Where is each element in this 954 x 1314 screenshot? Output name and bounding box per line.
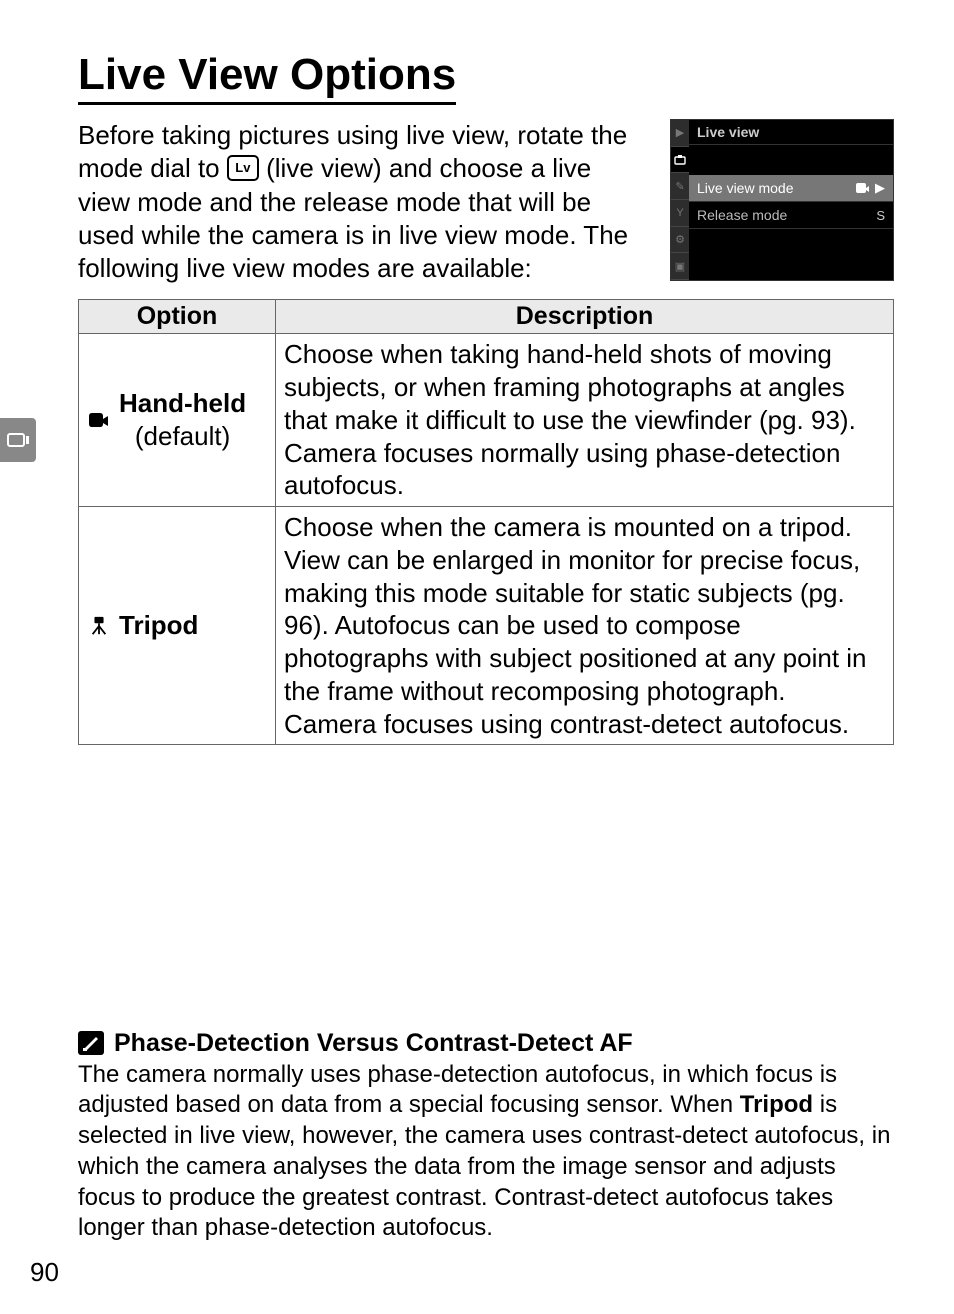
option-description: Choose when taking hand-held shots of mo… xyxy=(276,334,894,507)
menu-side-icon: ✎ xyxy=(671,173,689,200)
note-bold-word: Tripod xyxy=(740,1091,813,1118)
menu-side-icon: Y xyxy=(671,200,689,227)
manual-page: Live View Options Before taking pictures… xyxy=(0,0,954,1314)
intro-paragraph: Before taking pictures using live view, … xyxy=(78,119,640,285)
lv-mode-icon: Lv xyxy=(227,155,259,181)
note-body: The camera normally uses phase-detection… xyxy=(78,1060,894,1244)
section-tab-icon xyxy=(0,418,36,462)
menu-row-release-mode: Release mode S xyxy=(689,202,893,229)
note-title-text: Phase-Detection Versus Contrast-Detect A… xyxy=(114,1029,633,1058)
table-row: Tripod Choose when the camera is mounted… xyxy=(79,507,894,745)
options-table: Option Description Hand-held (default) C… xyxy=(78,299,894,745)
page-number: 90 xyxy=(30,1257,59,1288)
menu-row-label: Live view mode xyxy=(697,180,794,196)
option-label: Tripod xyxy=(119,609,198,642)
menu-side-icon: ▶ xyxy=(671,120,689,147)
chevron-right-icon: ▶ xyxy=(875,180,885,196)
menu-row-live-view-mode: Live view mode ▶ xyxy=(689,175,893,202)
option-sublabel: (default) xyxy=(119,420,246,453)
table-header-description: Description xyxy=(276,300,894,334)
table-row: Hand-held (default) Choose when taking h… xyxy=(79,334,894,507)
option-cell-handheld: Hand-held (default) xyxy=(79,334,276,507)
option-label: Hand-held xyxy=(119,388,246,418)
page-title: Live View Options xyxy=(78,50,456,105)
note-text-before: The camera normally uses phase-detection… xyxy=(78,1061,837,1119)
menu-side-icon xyxy=(671,147,689,174)
handheld-icon xyxy=(87,410,111,430)
camera-menu-screenshot: ▶ ✎ Y ⚙ ▣ Live view Live view mode ▶ xyxy=(670,119,894,281)
tripod-icon xyxy=(87,616,111,636)
menu-title: Live view xyxy=(689,120,893,145)
menu-side-icon: ⚙ xyxy=(671,227,689,254)
menu-row-value: ▶ xyxy=(855,180,885,196)
note-icon xyxy=(78,1031,104,1055)
menu-side-strip: ▶ ✎ Y ⚙ ▣ xyxy=(671,120,689,280)
menu-row-value: S xyxy=(876,208,885,223)
menu-row-label: Release mode xyxy=(697,207,787,223)
note-section: Phase-Detection Versus Contrast-Detect A… xyxy=(78,1029,894,1244)
menu-side-icon: ▣ xyxy=(671,253,689,280)
option-cell-tripod: Tripod xyxy=(79,507,276,745)
option-description: Choose when the camera is mounted on a t… xyxy=(276,507,894,745)
table-header-option: Option xyxy=(79,300,276,334)
